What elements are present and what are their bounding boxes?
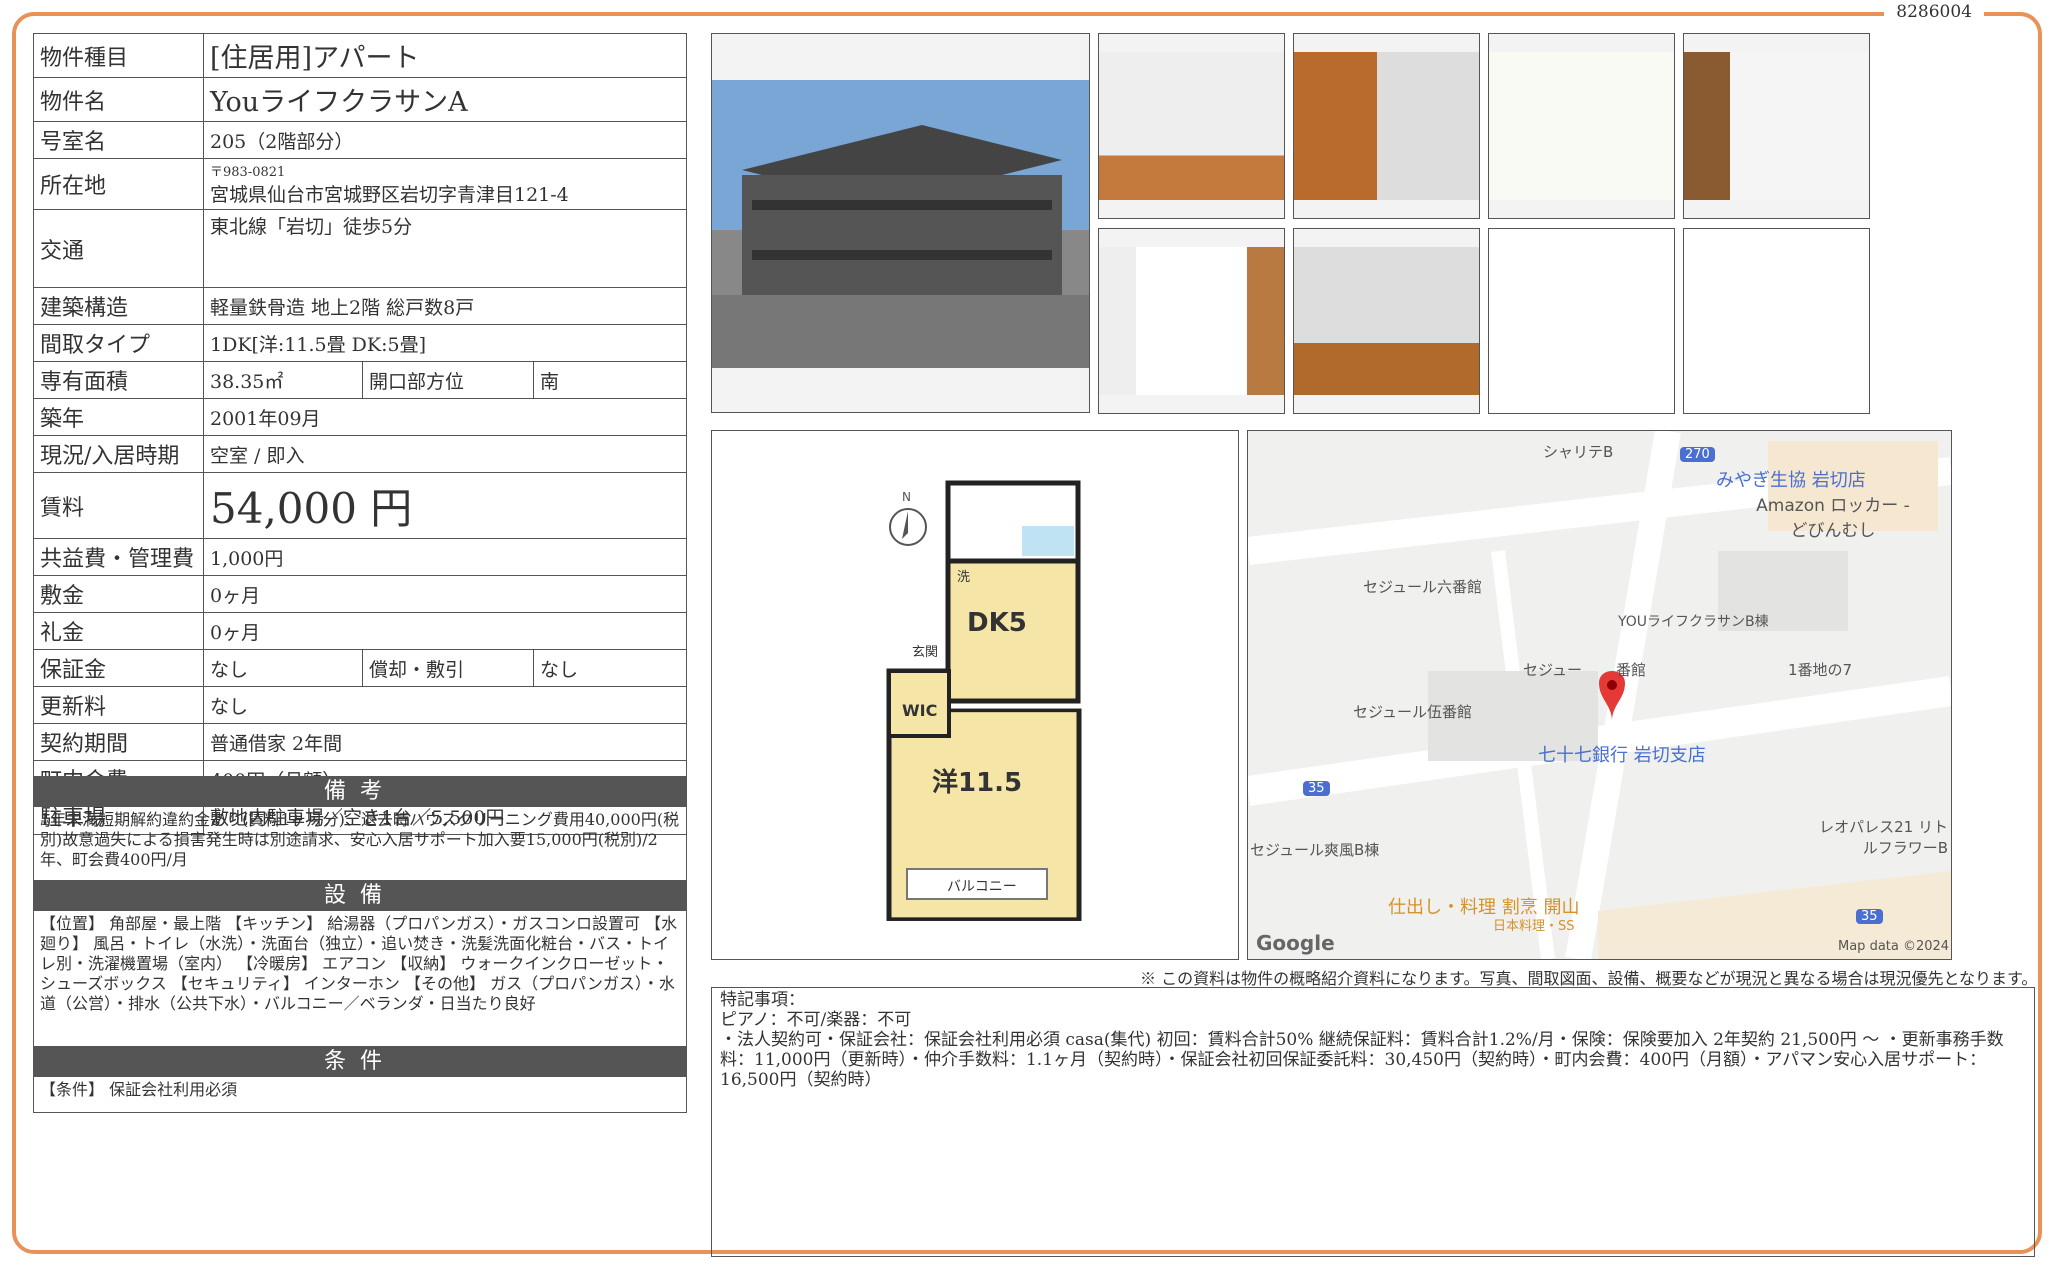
type-label: 物件種目 [33, 33, 204, 78]
map-label-b: 番館 [1616, 661, 1647, 679]
conditions-section: 条件 【条件】 保証会社利用必須 [33, 1046, 687, 1113]
facing-value: 南 [533, 361, 687, 399]
term-value: 普通借家 2年間 [203, 723, 687, 761]
floor-plan: N DK5 WIC 洋11.5 バルコニー 玄関 洗 [711, 430, 1239, 960]
built-value: 2001年09月 [203, 398, 687, 436]
equipment-text: 【位置】 角部屋・最上階 【キッチン】 給湯器（プロパンガス）・ガスコンロ設置可… [40, 914, 678, 1013]
rent-label: 賃料 [33, 472, 204, 539]
entrance-label: 玄関 [912, 645, 938, 660]
address-cell: 〒983-0821 宮城県仙台市宮城野区岩切字青津目121-4 [203, 158, 687, 210]
room-photo-1 [1098, 33, 1285, 219]
conditions-text: 【条件】 保証会社利用必須 [40, 1080, 238, 1099]
remarks-line-2: ・法人契約可・保証会社：保証会社利用必須 casa(集代) 初回：賃料合計50%… [720, 1030, 2004, 1090]
layout-value: 1DK[洋:11.5畳 DK:5畳] [203, 324, 687, 362]
google-logo: Google [1256, 931, 1335, 955]
map-label-coop: みやぎ生協 岩切店 [1716, 470, 1866, 491]
remarks-title: 特記事項： [720, 990, 805, 1010]
special-remarks: 特記事項： ピアノ：不可/楽器：不可 ・法人契約可・保証会社：保証会社利用必須 … [711, 987, 2035, 1257]
type-value: [住居用]アパート [203, 33, 687, 78]
disclaimer-notice: ※ この資料は物件の概略紹介資料になります。写真、間取図面、設備、概要などが現況… [1140, 969, 2038, 988]
room-photo-2 [1293, 228, 1480, 414]
rent-value: 54,000 円 [203, 472, 687, 539]
name-value: YouライフクラサンA [203, 77, 687, 122]
map-route-270: 270 [1680, 447, 1715, 462]
guarantee-value: なし [203, 649, 363, 687]
status-label: 現況/入居時期 [33, 435, 204, 473]
structure-value: 軽量鉄骨造 地上2階 総戸数8戸 [203, 287, 687, 325]
built-label: 築年 [33, 398, 204, 436]
exterior-photo [711, 33, 1090, 413]
notes-text: 1年未満短期解約違約金あり(賃料1ヶ月分)、退去時ハウスクリーニング費用40,0… [40, 810, 680, 869]
notes-header: 備考 [34, 777, 686, 807]
area-label: 専有面積 [33, 361, 204, 399]
map-route-35-a: 35 [1303, 781, 1330, 796]
guarantee-label: 保証金 [33, 649, 204, 687]
map-label-5: セジュール伍番館 [1353, 703, 1472, 721]
toilet-photo [1683, 33, 1870, 219]
kitchen-photo [1293, 33, 1480, 219]
equipment-header: 設備 [34, 881, 686, 911]
map-label-bank: 七十七銀行 岩切支店 [1538, 745, 1706, 766]
north-label: N [902, 490, 911, 504]
map-label-leo: レオパレス21 リトルフラワーB [1819, 818, 1948, 857]
floor-plan-drawing: N DK5 WIC 洋11.5 バルコニー 玄関 洗 [886, 480, 1082, 921]
fee-value: 1,000円 [203, 538, 687, 576]
zip-code: 〒983-0821 [210, 165, 286, 180]
key-money-value: 0ヶ月 [203, 612, 687, 650]
amortization-label: 償却・敷引 [362, 649, 534, 687]
name-label: 物件名 [33, 77, 204, 122]
map-route-35-b: 35 [1856, 909, 1883, 924]
equipment-section: 設備 【位置】 角部屋・最上階 【キッチン】 給湯器（プロパンガス）・ガスコンロ… [33, 880, 687, 1048]
empty-photo-slot-1 [1488, 228, 1675, 414]
dk-label: DK5 [967, 608, 1027, 638]
renewal-label: 更新料 [33, 686, 204, 724]
deposit-value: 0ヶ月 [203, 575, 687, 613]
bathroom-photo [1488, 33, 1675, 219]
balcony-label: バルコニー [947, 879, 1017, 895]
area-value: 38.35㎡ [203, 361, 363, 399]
map-label-restaurant-type: 日本料理・SS [1493, 919, 1575, 934]
washroom-photo [1098, 228, 1285, 414]
western-room-label: 洋11.5 [932, 767, 1022, 798]
notes-section: 備考 1年未満短期解約違約金あり(賃料1ヶ月分)、退去時ハウスクリーニング費用4… [33, 776, 687, 882]
layout-label: 間取タイプ [33, 324, 204, 362]
empty-photo-slot-2 [1683, 228, 1870, 414]
location-map: シャリテB 270 みやぎ生協 岩切店 Amazon ロッカー - どびんむし … [1247, 430, 1952, 960]
map-label-you-b: YOUライフクラサンB棟 [1618, 614, 1769, 630]
renewal-value: なし [203, 686, 687, 724]
map-label-amazon: Amazon ロッカー - どびんむし [1756, 496, 1910, 541]
access-value: 東北線「岩切」徒歩5分 [203, 209, 687, 288]
conditions-header: 条件 [34, 1047, 686, 1077]
building-image [712, 80, 1089, 368]
key-money-label: 礼金 [33, 612, 204, 650]
deposit-label: 敷金 [33, 575, 204, 613]
fee-label: 共益費・管理費 [33, 538, 204, 576]
document-number: 8286004 [1884, 2, 1984, 22]
map-attribution: Map data ©2024 [1838, 939, 1950, 954]
access-label: 交通 [33, 209, 204, 288]
map-label-sohu: セジュール爽風B棟 [1250, 841, 1380, 859]
map-label-1: シャリテB [1543, 443, 1614, 461]
structure-label: 建築構造 [33, 287, 204, 325]
status-value: 空室 / 即入 [203, 435, 687, 473]
address-label: 所在地 [33, 158, 204, 210]
address-value: 宮城県仙台市宮城野区岩切字青津目121-4 [210, 184, 569, 206]
remarks-line-1: ピアノ：不可/楽器：不可 [720, 1010, 912, 1030]
property-spec-table: 物件種目 [住居用]アパート 物件名 YouライフクラサンA 号室名 205（2階部分… [33, 33, 687, 835]
map-label-a: セジュー [1523, 661, 1582, 679]
room-value: 205（2階部分） [203, 121, 687, 159]
map-label-1-7: 1番地の7 [1788, 661, 1853, 679]
term-label: 契約期間 [33, 723, 204, 761]
wash-label: 洗 [957, 570, 970, 585]
amortization-value: なし [533, 649, 687, 687]
facing-label: 開口部方位 [362, 361, 534, 399]
wic-label: WIC [902, 701, 937, 720]
map-label-6: セジュール六番館 [1363, 578, 1482, 596]
room-label: 号室名 [33, 121, 204, 159]
